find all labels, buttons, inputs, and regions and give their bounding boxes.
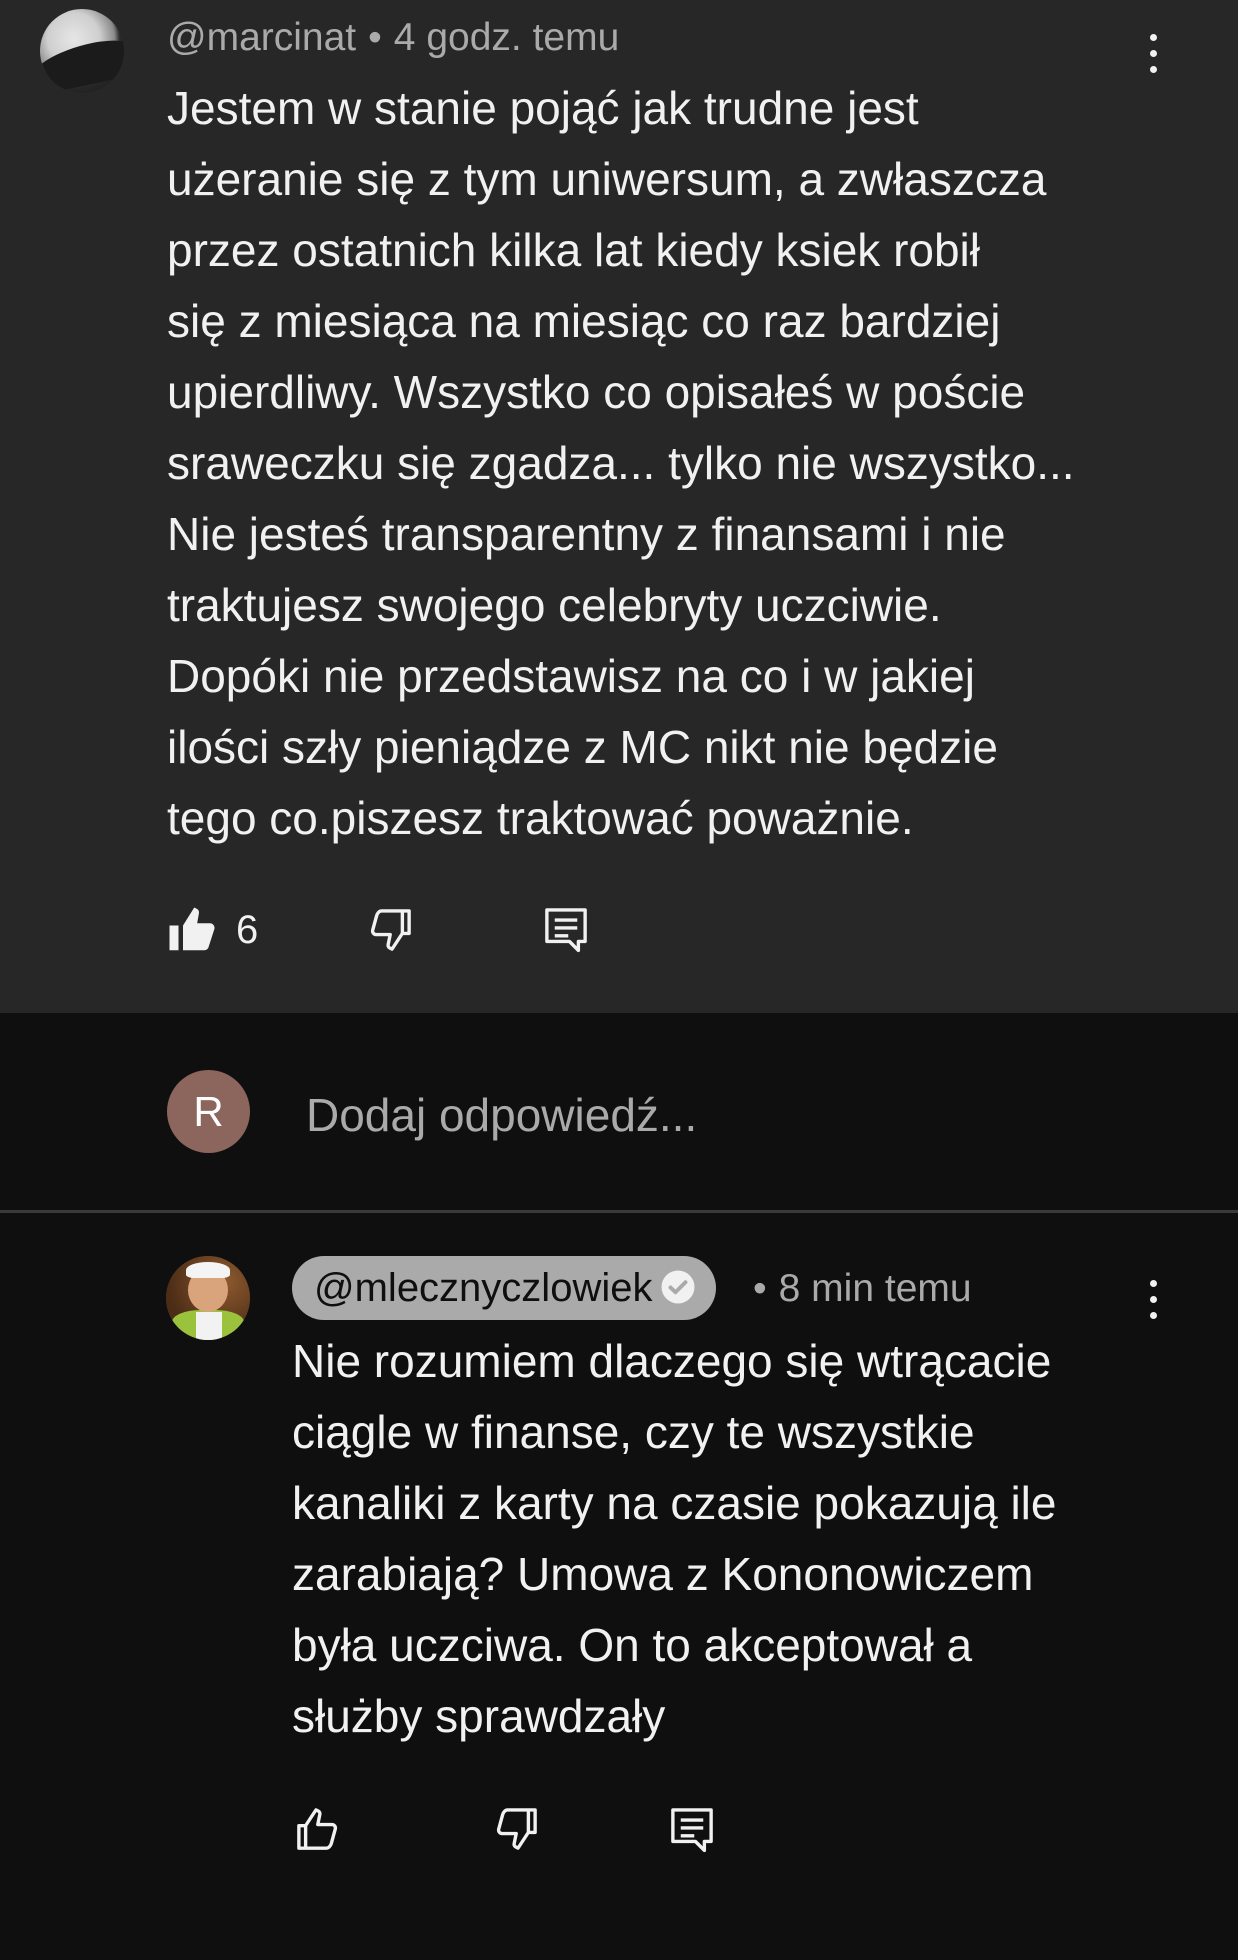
like-count: 6 — [236, 908, 259, 952]
verified-check-icon — [661, 1270, 695, 1304]
avatar[interactable] — [166, 1256, 250, 1340]
comment-meta: • 8 min temu — [753, 1267, 972, 1311]
avatar-image — [40, 34, 124, 93]
comment-time: 4 godz. temu — [393, 16, 620, 59]
comment-author: @mlecznyczlowiek — [314, 1266, 653, 1310]
comment-line: ilości szły pieniądze z MC nikt nie będz… — [167, 721, 998, 773]
comment-line: Nie jesteś transparentny z finansami i n… — [167, 508, 1006, 560]
comment-line: przez ostatnich kilka lat kiedy ksiek ro… — [167, 224, 980, 276]
thumb-down-outline-icon[interactable] — [489, 1802, 543, 1856]
more-vertical-icon[interactable] — [1147, 1276, 1159, 1324]
thumb-down-outline-icon[interactable] — [363, 903, 417, 957]
comment-line: Dopóki nie przedstawisz na co i w jakiej — [167, 650, 975, 702]
add-reply-row: R — [0, 1013, 1238, 1210]
creator-handle-badge[interactable]: @mlecznyczlowiek — [292, 1256, 717, 1320]
comment-line: służby sprawdzały — [292, 1690, 666, 1742]
comments-thread: @marcinat • 4 godz. temu Jestem w stanie p… — [0, 0, 1238, 1960]
comment-line: ciągle w finanse, czy te wszystkie — [292, 1406, 975, 1458]
more-vertical-icon[interactable] — [1147, 30, 1159, 78]
divider — [0, 1210, 1238, 1213]
comment-line: była uczciwa. On to akceptował a — [292, 1619, 973, 1671]
meta-separator: • — [368, 16, 382, 59]
comment-author[interactable]: @marcinat — [167, 16, 356, 59]
comment-line: użeranie się z tym uniwersum, a zwłaszcz… — [167, 153, 1047, 205]
comment-line: upierdliwy. Wszystko co opisałeś w pości… — [167, 366, 1026, 418]
avatar[interactable]: R — [167, 1070, 250, 1153]
comment-time: 8 min temu — [778, 1267, 972, 1310]
thumb-up-filled-icon[interactable] — [165, 903, 219, 957]
comment-body: Jestem w stanie pojąć jak trudne jest uż… — [167, 73, 1075, 854]
thumb-up-outline-icon[interactable] — [291, 1802, 345, 1856]
comment-line: kanaliki z karty na czasie pokazują ile — [292, 1477, 1057, 1529]
comment-line: się z miesiąca na miesiąc co raz bardzie… — [167, 295, 1001, 347]
comment-line: zarabiają? Umowa z Kononowiczem — [292, 1548, 1034, 1600]
comment-line: Jestem w stanie pojąć jak trudne jest — [167, 82, 919, 134]
comment-reply-icon[interactable] — [665, 1802, 719, 1856]
reply-input[interactable] — [306, 1085, 1006, 1145]
comment-line: tego co.piszesz traktować poważnie. — [167, 792, 914, 844]
comment-line: sraweczku się zgadza... tylko nie wszyst… — [167, 437, 1075, 489]
meta-separator: • — [753, 1267, 767, 1310]
comment-line: traktujesz swojego celebryty uczciwie. — [167, 579, 942, 631]
avatar[interactable] — [40, 9, 124, 93]
comment-main: @marcinat • 4 godz. temu Jestem w stanie p… — [0, 0, 1238, 1013]
comment-meta: @marcinat • 4 godz. temu — [167, 16, 619, 60]
comment-body: Nie rozumiem dlaczego się wtrącacie ciąg… — [292, 1326, 1056, 1752]
comment-line: Nie rozumiem dlaczego się wtrącacie — [292, 1335, 1052, 1387]
comment-reply-icon[interactable] — [539, 902, 593, 956]
